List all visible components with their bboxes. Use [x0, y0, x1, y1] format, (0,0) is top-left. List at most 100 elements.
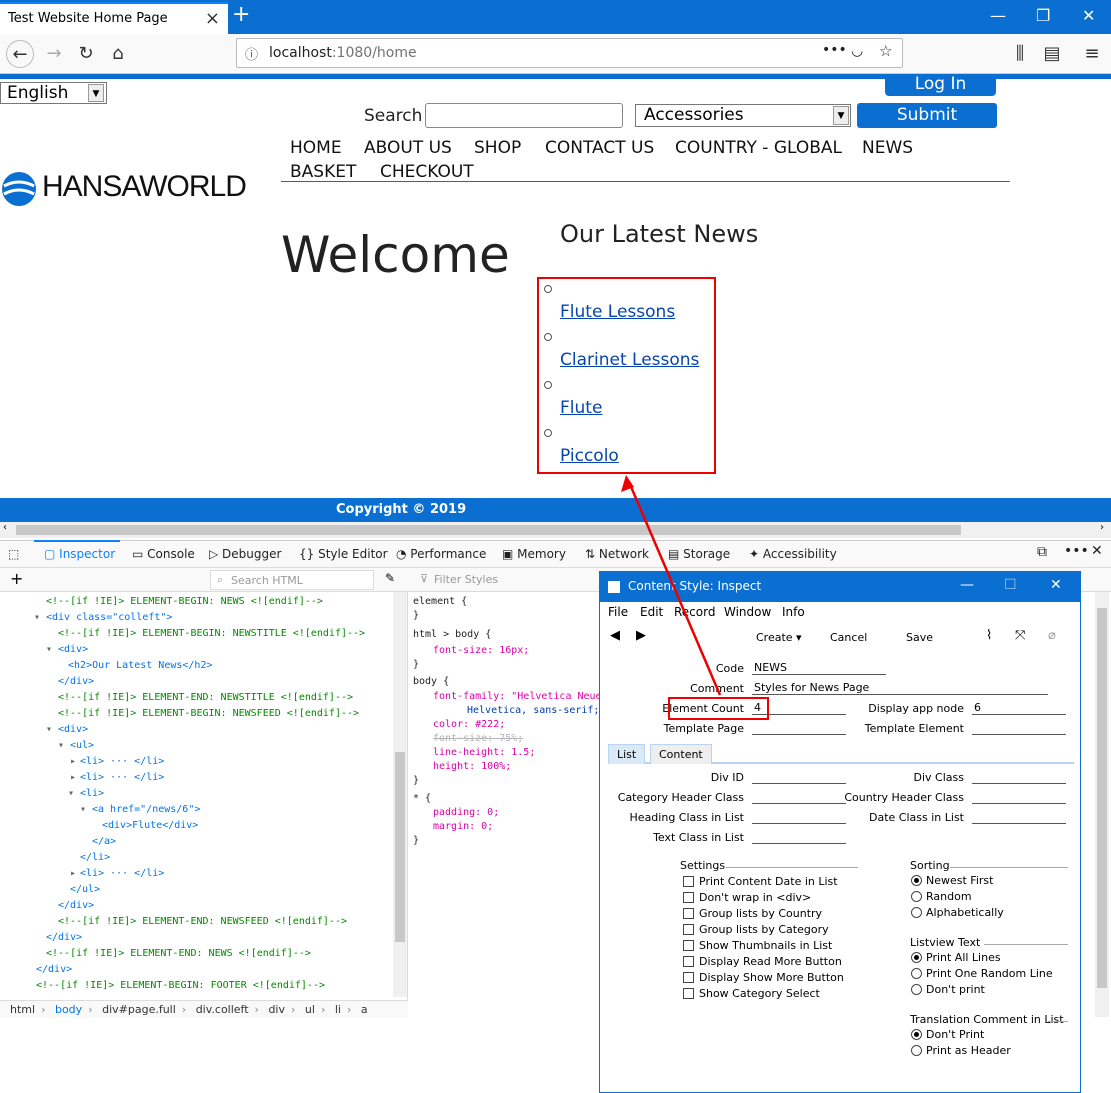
menu-home[interactable]: HOME: [290, 138, 342, 158]
minimize-icon[interactable]: —: [990, 6, 1006, 25]
activity-icon[interactable]: ⌇: [986, 628, 992, 643]
html-line[interactable]: <!--[if !IE]> ELEMENT-END: NEWSTITLE <![…: [58, 692, 353, 703]
tab-performance[interactable]: ◔ Performance: [396, 547, 486, 561]
style-declaration[interactable]: font-size: 16px;: [433, 645, 529, 656]
menu-shop[interactable]: SHOP: [474, 138, 521, 158]
html-line[interactable]: ▾ <ul>: [58, 740, 94, 751]
close-icon[interactable]: ✕: [1050, 577, 1062, 593]
forward-icon[interactable]: →: [40, 40, 68, 68]
div-id-field[interactable]: [752, 770, 846, 784]
menu-edit[interactable]: Edit: [640, 605, 663, 619]
cancel-button[interactable]: Cancel: [830, 631, 867, 644]
tab-inspector[interactable]: ▢ Inspector: [44, 547, 115, 561]
expand-icon[interactable]: ▾: [46, 644, 52, 655]
horizontal-scrollbar[interactable]: ‹ ›: [0, 522, 1111, 538]
create-button[interactable]: Create ▾: [756, 631, 802, 644]
tab-list[interactable]: List: [608, 744, 646, 764]
html-line[interactable]: <div>Flute</div>: [102, 820, 198, 831]
reload-icon[interactable]: ↻: [72, 40, 100, 68]
div-class-field[interactable]: [972, 770, 1066, 784]
search-html-input[interactable]: ⌕ Search HTML: [210, 570, 374, 590]
html-line[interactable]: </div>: [58, 676, 94, 687]
radio-button[interactable]: [911, 1029, 922, 1040]
checkbox[interactable]: [683, 940, 694, 951]
expand-icon[interactable]: ▾: [34, 612, 40, 623]
html-line[interactable]: <h2>Our Latest News</h2>: [68, 660, 213, 671]
menu-checkout[interactable]: CHECKOUT: [380, 162, 474, 182]
save-button[interactable]: Save: [906, 631, 933, 644]
restore-icon[interactable]: ❐: [1036, 6, 1050, 25]
tab-debugger[interactable]: ▷ Debugger: [209, 547, 281, 561]
style-declaration[interactable]: color: #222;: [433, 719, 505, 730]
breadcrumb-item[interactable]: a: [361, 1003, 368, 1016]
radio-button[interactable]: [911, 907, 922, 918]
expand-icon[interactable]: ▾: [68, 788, 74, 799]
tab-console[interactable]: ▭ Console: [132, 547, 195, 561]
menu-info[interactable]: Info: [782, 605, 805, 619]
html-line[interactable]: </div>: [58, 900, 94, 911]
pocket-icon[interactable]: ◡: [851, 43, 863, 59]
tab-content[interactable]: Content: [650, 744, 712, 764]
tab-style-editor[interactable]: {} Style Editor: [299, 547, 388, 561]
radio-button[interactable]: [911, 968, 922, 979]
radio-button[interactable]: [911, 952, 922, 963]
expand-icon[interactable]: ⤧: [1015, 628, 1025, 643]
collapse-icon[interactable]: ▸: [70, 772, 76, 783]
add-node-icon[interactable]: +: [10, 569, 23, 588]
checkbox[interactable]: [683, 988, 694, 999]
html-line[interactable]: ▸ <li> ··· </li>: [70, 756, 164, 767]
home-icon[interactable]: ⌂: [104, 40, 132, 68]
new-tab-icon[interactable]: +: [232, 2, 250, 27]
html-line[interactable]: ▸ <li> ··· </li>: [70, 868, 164, 879]
checkbox[interactable]: [683, 892, 694, 903]
checkbox[interactable]: [683, 924, 694, 935]
radio-button[interactable]: [911, 1045, 922, 1056]
menu-record[interactable]: Record: [674, 605, 715, 619]
code-field[interactable]: NEWS: [752, 661, 886, 675]
html-line[interactable]: ▸ <li> ··· </li>: [70, 772, 164, 783]
html-line[interactable]: <!--[if !IE]> ELEMENT-END: NEWS <![endif…: [46, 948, 311, 959]
category-header-class-field[interactable]: [752, 790, 846, 804]
menu-window[interactable]: Window: [724, 605, 771, 619]
checkbox[interactable]: [683, 908, 694, 919]
scroll-thumb[interactable]: [395, 752, 405, 942]
sidebar-icon[interactable]: ▤: [1038, 40, 1066, 68]
breadcrumb-item[interactable]: div.colleft: [196, 1003, 249, 1016]
dialog-title-bar[interactable]: Content Style: Inspect — ☐ ✕: [600, 572, 1080, 602]
attachment-icon[interactable]: ⌀: [1048, 628, 1056, 643]
html-line[interactable]: </li>: [80, 852, 110, 863]
menu-contact-us[interactable]: CONTACT US: [545, 138, 654, 158]
category-select[interactable]: Accessories ▼: [635, 104, 851, 127]
html-line[interactable]: <!--[if !IE]> ELEMENT-END: NEWSFEED <![e…: [58, 916, 347, 927]
maximize-icon[interactable]: ☐: [1004, 577, 1017, 593]
search-input[interactable]: [425, 103, 623, 128]
menu-about-us[interactable]: ABOUT US: [364, 138, 452, 158]
heading-class-field[interactable]: [752, 810, 846, 824]
styles-pane[interactable]: element { } html > body { font-size: 16p…: [409, 592, 614, 1002]
scroll-thumb[interactable]: [1097, 608, 1107, 988]
scroll-thumb[interactable]: [16, 525, 961, 535]
radio-button[interactable]: [911, 891, 922, 902]
menu-news[interactable]: NEWS: [862, 138, 913, 158]
submit-button[interactable]: Submit: [857, 103, 997, 128]
back-icon[interactable]: ←: [6, 40, 34, 68]
checkbox[interactable]: [683, 972, 694, 983]
breadcrumb-item[interactable]: ul: [305, 1003, 315, 1016]
style-rule-selector[interactable]: html > body {: [413, 629, 497, 640]
filter-styles-input[interactable]: ⊽ Filter Styles: [414, 570, 594, 590]
close-tab-icon[interactable]: ×: [205, 8, 220, 29]
html-tree-pane[interactable]: <!--[if !IE]> ELEMENT-BEGIN: NEWS <![end…: [0, 592, 408, 1002]
style-declaration[interactable]: line-height: 1.5;: [433, 747, 535, 758]
element-picker-icon[interactable]: ⬚: [8, 547, 19, 561]
collapse-icon[interactable]: ▸: [70, 756, 76, 767]
tab-accessibility[interactable]: ✦ Accessibility: [749, 547, 837, 561]
more-options-icon[interactable]: •••: [1064, 543, 1089, 559]
scroll-right-icon[interactable]: ›: [1100, 522, 1104, 533]
side-scrollbar[interactable]: [1095, 592, 1109, 1017]
style-declaration[interactable]: Helvetica, sans-serif;: [467, 705, 599, 716]
checkbox[interactable]: [683, 876, 694, 887]
html-line[interactable]: ▾ <li>: [68, 788, 104, 799]
page-actions-icon[interactable]: •••: [822, 42, 847, 58]
html-line[interactable]: </a>: [92, 836, 116, 847]
menu-icon[interactable]: ≡: [1078, 40, 1106, 68]
